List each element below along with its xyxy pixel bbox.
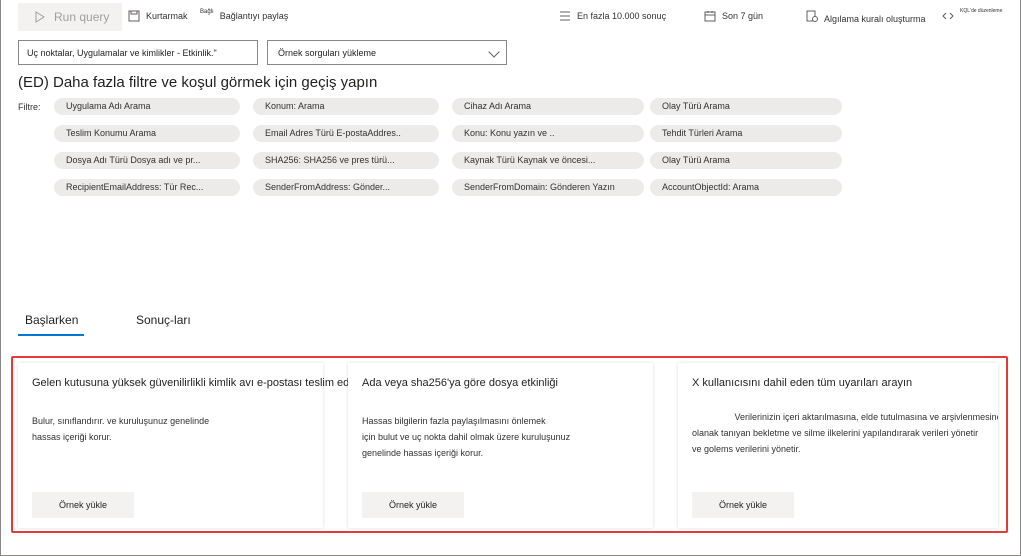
time-range-label: Son 7 gün [722,11,764,21]
tab-results[interactable]: Sonuç-ları [136,313,191,327]
search-input[interactable]: Uç noktalar, Uygulamalar ve kimlikler - … [18,40,258,65]
load-sample-button[interactable]: Örnek yükle [32,492,134,518]
card-description: Hassas bilgilerin fazla paylaşılmasını ö… [362,416,571,458]
tab-getting-started[interactable]: Başlarken [25,313,78,327]
save-button[interactable]: Kurtarmak [128,4,188,28]
filter-chip[interactable]: Cihaz Adı Arama [452,98,644,115]
filter-chip[interactable]: SenderFromAddress: Gönder... [253,179,439,196]
card-description: Verilerinizin içeri aktarılmasına, elde … [692,412,998,454]
filter-label: Filtre: [18,102,41,112]
run-query-label: Run query [54,10,110,24]
filter-chip[interactable]: Kaynak Türü Kaynak ve öncesi... [452,152,644,169]
share-link-label: Bağlantıyı paylaş [219,11,289,21]
card-description: Bulur, sınıflandırır. ve kuruluşunuz gen… [32,416,210,442]
filter-chip[interactable]: Tehdit Türleri Arama [650,125,842,142]
sample-queries-value: Örnek sorguları yükleme [278,48,377,58]
edit-kql-label: KQL'de düzenleme [960,8,1003,14]
card-title: Ada veya sha256'ya göre dosya etkinliği [362,377,558,389]
run-query-button[interactable]: Run query [18,3,122,31]
create-rule-button[interactable]: Algılama kuralı oluşturma [806,4,926,28]
search-input-value: Uç noktalar, Uygulamalar ve kimlikler - … [27,48,217,58]
filter-chip[interactable]: Konum: Arama [253,98,439,115]
tab-selected-indicator [18,334,84,336]
edit-kql-button[interactable]: KQL'de düzenleme [942,4,1002,28]
filter-chip[interactable]: Dosya Adı Türü Dosya adı ve pr... [54,152,240,169]
filter-chip[interactable]: RecipientEmailAddress: Tür Rec... [54,179,240,196]
filter-chip[interactable]: AccountObjectId: Arama [650,179,842,196]
sample-query-card: Ada veya sha256'ya göre dosya etkinliği … [348,363,653,528]
sample-query-card: X kullanıcısını dahil eden tüm uyarıları… [678,363,998,528]
time-range-button[interactable]: Son 7 gün [704,4,763,28]
list-icon [560,11,570,21]
create-rule-label: Algılama kuralı oluşturma [824,14,926,24]
share-link-button[interactable]: Bağlı Bağlantıyı paylaş [196,4,288,28]
sample-query-card: Gelen kutusuna yüksek güvenilirlikli kim… [18,363,363,528]
filter-chip[interactable]: Konu: Konu yazın ve .. [452,125,644,142]
chevron-down-icon [488,46,500,58]
save-label: Kurtarmak [146,11,188,21]
filter-chip[interactable]: Teslim Konumu Arama [54,125,240,142]
page-heading: (ED) Daha fazla filtre ve koşul görmek i… [18,74,378,91]
max-results-button[interactable]: En fazla 10.000 sonuç [559,4,666,28]
rule-icon [806,10,818,22]
filter-chip[interactable]: SenderFromDomain: Gönderen Yazın [452,179,644,196]
filter-chip[interactable]: SHA256: SHA256 ve pres türü... [253,152,439,169]
filter-chip[interactable]: Email Adres Türü E-postaAddres.. [253,125,439,142]
calendar-icon [704,11,716,22]
load-sample-button[interactable]: Örnek yükle [692,492,794,518]
play-icon [35,11,45,23]
sample-queries-dropdown[interactable]: Örnek sorguları yükleme [267,40,507,65]
filter-chip[interactable]: Olay Türü Arama [650,98,842,115]
load-sample-button[interactable]: Örnek yükle [362,492,464,518]
save-icon [128,10,140,22]
share-sup-label: Bağlı [200,9,214,15]
filter-chip[interactable]: Olay Türü Arama [650,152,842,169]
max-results-label: En fazla 10.000 sonuç [577,11,667,21]
card-title: X kullanıcısını dahil eden tüm uyarıları… [692,377,913,389]
card-title: Gelen kutusuna yüksek güvenilirlikli kim… [32,377,363,389]
code-icon [942,12,954,20]
filter-chip[interactable]: Uygulama Adı Arama [54,98,240,115]
